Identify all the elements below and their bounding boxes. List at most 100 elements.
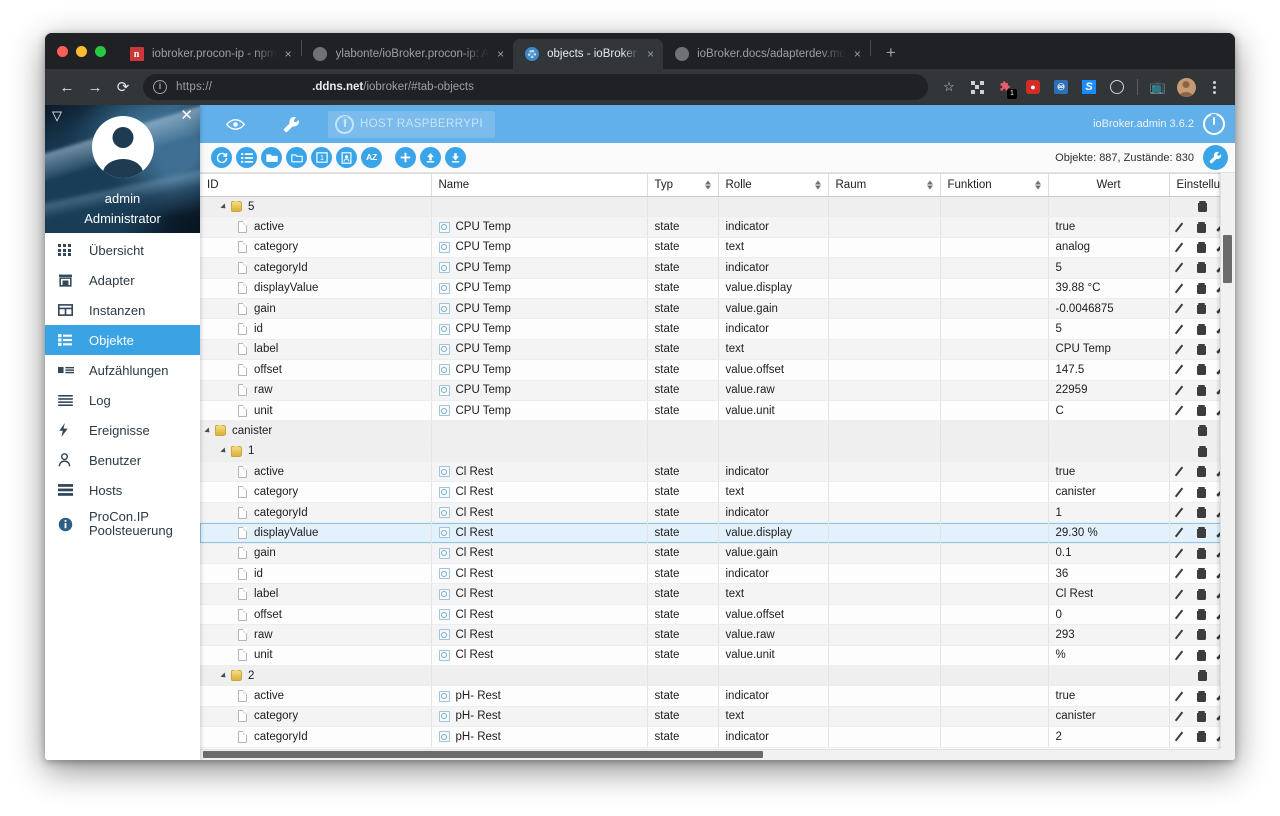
delete-icon[interactable] xyxy=(1197,486,1206,498)
sidebar-item-adapter[interactable]: Adapter xyxy=(45,265,200,295)
sort-arrows-icon[interactable] xyxy=(705,180,712,191)
expand-triangle-icon[interactable] xyxy=(204,427,212,435)
table-row[interactable]: label Cl Rest state text Cl Rest xyxy=(200,583,1235,605)
power-icon[interactable] xyxy=(1203,113,1225,135)
edit-icon[interactable] xyxy=(1177,405,1188,416)
profile-avatar[interactable] xyxy=(1173,74,1199,100)
edit-icon[interactable] xyxy=(1177,324,1188,335)
table-row[interactable]: offset Cl Rest state value.offset 0 xyxy=(200,604,1235,626)
stylus-icon[interactable]: S xyxy=(1076,74,1102,100)
expand-triangle-icon[interactable] xyxy=(220,447,228,455)
sort-az-button[interactable]: AZ xyxy=(361,147,382,168)
edit-icon[interactable] xyxy=(1177,487,1188,498)
clock-icon[interactable] xyxy=(1104,74,1130,100)
maximize-window-button[interactable] xyxy=(95,45,106,57)
edit-icon[interactable] xyxy=(1177,589,1188,600)
cast-icon[interactable]: 📺 xyxy=(1145,74,1171,100)
table-row[interactable]: gain CPU Temp state value.gain -0.0046875 xyxy=(200,298,1235,320)
sidebar-item-hosts[interactable]: Hosts xyxy=(45,475,200,505)
sort-arrows-icon[interactable] xyxy=(1035,180,1042,191)
table-row-folder[interactable]: canister xyxy=(200,420,1235,442)
upload-button[interactable] xyxy=(420,147,441,168)
edit-icon[interactable] xyxy=(1177,711,1188,722)
sidebar-item-instanzen[interactable]: Instanzen xyxy=(45,295,200,325)
sort-arrows-icon[interactable] xyxy=(927,180,934,191)
column-header-name[interactable]: Name xyxy=(431,173,648,197)
table-row[interactable]: unit CPU Temp state value.unit C xyxy=(200,400,1235,422)
objects-settings-button[interactable] xyxy=(1203,145,1228,170)
vertical-scrollbar[interactable] xyxy=(1220,173,1235,760)
browser-tab-2-active[interactable]: objects - ioBroker × xyxy=(513,39,664,69)
column-header-funktion[interactable]: Funktion xyxy=(940,173,1049,197)
table-row[interactable]: categoryId CPU Temp state indicator 5 xyxy=(200,257,1235,279)
edit-icon[interactable] xyxy=(1177,629,1188,640)
edit-icon[interactable] xyxy=(1177,507,1188,518)
host-selector-button[interactable]: HOST RASPBERRYPI xyxy=(328,110,495,138)
table-row[interactable]: id CPU Temp state indicator 5 xyxy=(200,318,1235,340)
delete-icon[interactable] xyxy=(1197,568,1206,580)
browser-tab-1[interactable]: ylabonte/ioBroker.procon-ip: A × xyxy=(302,39,513,69)
lastpass-icon[interactable]: ● xyxy=(1020,74,1046,100)
delete-icon[interactable] xyxy=(1197,609,1206,620)
table-row-folder[interactable]: 1 xyxy=(200,441,1235,463)
edit-icon[interactable] xyxy=(1177,527,1188,538)
qr-code-icon[interactable] xyxy=(964,74,990,100)
edit-icon[interactable] xyxy=(1177,691,1188,702)
delete-icon[interactable] xyxy=(1197,201,1207,213)
sidebar-item-objekte[interactable]: Objekte xyxy=(45,325,200,355)
add-object-button[interactable] xyxy=(395,147,416,168)
bitwarden-icon[interactable]: ♾ xyxy=(1048,74,1074,100)
column-header-raum[interactable]: Raum xyxy=(828,173,941,197)
delete-icon[interactable] xyxy=(1197,364,1206,376)
sidebar-item-aufzaehlungen[interactable]: Aufzählungen xyxy=(45,355,200,385)
delete-icon[interactable] xyxy=(1197,445,1207,457)
edit-icon[interactable] xyxy=(1177,568,1188,579)
table-row[interactable]: category Cl Rest state text canister xyxy=(200,481,1235,503)
sidebar-item-uebersicht[interactable]: Übersicht xyxy=(45,235,200,265)
delete-icon[interactable] xyxy=(1197,670,1207,682)
horizontal-scrollbar[interactable] xyxy=(200,749,1220,760)
column-header-rolle[interactable]: Rolle xyxy=(718,173,829,197)
table-row-folder[interactable]: 2 xyxy=(200,665,1235,687)
sidebar-item-procon-ip-poolsteuerung[interactable]: ProCon.IP Poolsteuerung xyxy=(45,505,200,543)
folder-button[interactable] xyxy=(286,147,307,168)
sidebar-item-log[interactable]: Log xyxy=(45,385,200,415)
delete-icon[interactable] xyxy=(1197,710,1206,722)
delete-icon[interactable] xyxy=(1197,649,1206,661)
table-row[interactable]: active CPU Temp state indicator true xyxy=(200,216,1235,238)
vertical-scrollbar-thumb[interactable] xyxy=(1223,235,1232,283)
table-row[interactable]: category CPU Temp state text analog xyxy=(200,237,1235,259)
edit-icon[interactable] xyxy=(1177,731,1188,742)
tab-close-icon[interactable]: × xyxy=(492,46,509,63)
delete-icon[interactable] xyxy=(1197,241,1206,253)
delete-icon[interactable] xyxy=(1197,405,1206,417)
table-row-folder[interactable]: 5 xyxy=(200,196,1235,218)
table-row[interactable]: categoryId pH- Rest state indicator 2 xyxy=(200,726,1235,748)
delete-icon[interactable] xyxy=(1197,282,1206,294)
edit-icon[interactable] xyxy=(1177,222,1188,233)
sidebar-item-ereignisse[interactable]: Ereignisse xyxy=(45,415,200,445)
expand-all-button[interactable] xyxy=(236,147,257,168)
table-row[interactable]: displayValue CPU Temp state value.display 39… xyxy=(200,278,1235,299)
edit-icon[interactable] xyxy=(1177,344,1188,355)
table-row[interactable]: gain Cl Rest state value.gain 0.1 xyxy=(200,543,1235,565)
expand-triangle-icon[interactable] xyxy=(220,672,228,680)
table-row[interactable]: raw CPU Temp state value.raw 22959 xyxy=(200,380,1235,401)
close-icon[interactable]: ✕ xyxy=(180,108,193,123)
tab-close-icon[interactable]: × xyxy=(642,46,659,63)
site-info-icon[interactable]: i xyxy=(153,80,167,94)
back-button[interactable]: ← xyxy=(53,73,81,101)
edit-icon[interactable] xyxy=(1177,303,1188,314)
delete-icon[interactable] xyxy=(1197,323,1206,335)
delete-icon[interactable] xyxy=(1197,629,1206,641)
table-row[interactable]: active pH- Rest state indicator true xyxy=(200,685,1235,707)
sidebar-item-benutzer[interactable]: Benutzer xyxy=(45,445,200,475)
delete-icon[interactable] xyxy=(1197,547,1206,559)
expand-triangle-icon[interactable] xyxy=(220,203,228,211)
delete-icon[interactable] xyxy=(1197,690,1206,702)
delete-icon[interactable] xyxy=(1197,507,1206,519)
close-window-button[interactable] xyxy=(57,45,68,57)
refresh-button[interactable] xyxy=(211,147,232,168)
edit-icon[interactable] xyxy=(1177,364,1188,375)
sort-arrows-icon[interactable] xyxy=(815,180,822,191)
